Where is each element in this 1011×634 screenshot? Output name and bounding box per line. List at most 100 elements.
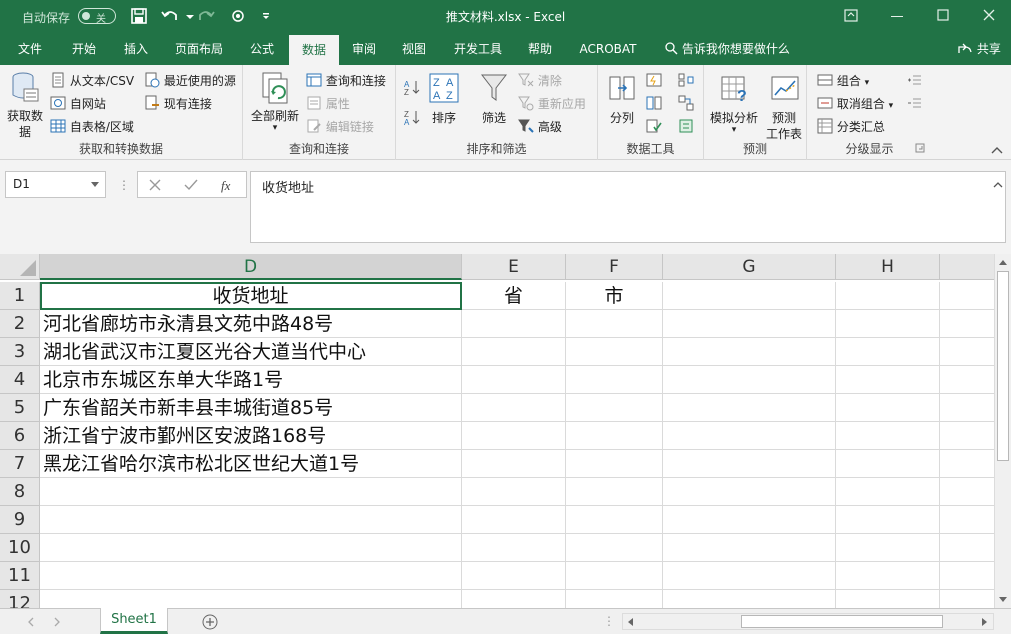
cell-i11[interactable] xyxy=(940,562,994,590)
cell-f12[interactable] xyxy=(566,590,663,608)
cell-f5[interactable] xyxy=(566,394,663,422)
cell-i5[interactable] xyxy=(940,394,994,422)
cell-i8[interactable] xyxy=(940,478,994,506)
cell-e3[interactable] xyxy=(462,338,566,366)
cell-g2[interactable] xyxy=(663,310,836,338)
filter-button[interactable]: 筛选 xyxy=(476,71,512,143)
cell-i3[interactable] xyxy=(940,338,994,366)
row-header-5[interactable]: 5 xyxy=(0,394,40,422)
cell-e11[interactable] xyxy=(462,562,566,590)
cell-e2[interactable] xyxy=(462,310,566,338)
properties-button[interactable]: 属性 xyxy=(306,95,350,112)
name-box-dropdown-icon[interactable] xyxy=(91,182,99,187)
cell-e12[interactable] xyxy=(462,590,566,608)
tab-home[interactable]: 开始 xyxy=(62,33,106,65)
row-header-10[interactable]: 10 xyxy=(0,534,40,562)
refresh-all-button[interactable]: 全部刷新 ▾ xyxy=(249,71,301,143)
tab-page-layout[interactable]: 页面布局 xyxy=(168,33,230,65)
ribbon-display-icon[interactable] xyxy=(836,4,866,28)
cell-e9[interactable] xyxy=(462,506,566,534)
cell-f4[interactable] xyxy=(566,366,663,394)
cell-e1[interactable]: 省 xyxy=(462,282,566,310)
tab-data[interactable]: 数据 xyxy=(289,35,339,65)
subtotal-button[interactable]: 分类汇总 xyxy=(817,118,885,135)
cell-f2[interactable] xyxy=(566,310,663,338)
edit-links-button[interactable]: 编辑链接 xyxy=(306,118,374,135)
cell-h10[interactable] xyxy=(836,534,940,562)
cell-f7[interactable] xyxy=(566,450,663,478)
cell-f8[interactable] xyxy=(566,478,663,506)
select-all-corner[interactable] xyxy=(0,254,40,280)
hide-detail-icon[interactable] xyxy=(907,95,923,111)
sort-z-a-icon[interactable]: ZA xyxy=(404,109,420,125)
row-header-9[interactable]: 9 xyxy=(0,506,40,534)
queries-connections-button[interactable]: 查询和连接 xyxy=(306,72,386,89)
recent-sources-button[interactable]: 最近使用的源 xyxy=(144,72,236,89)
row-header-1[interactable]: 1 xyxy=(0,282,40,310)
cell-h6[interactable] xyxy=(836,422,940,450)
cell-i9[interactable] xyxy=(940,506,994,534)
get-data-button[interactable]: 获取数 据 xyxy=(4,71,46,143)
ungroup-button[interactable]: 取消组合 ▾ xyxy=(817,95,893,112)
cell-g10[interactable] xyxy=(663,534,836,562)
cell-h4[interactable] xyxy=(836,366,940,394)
cell-f3[interactable] xyxy=(566,338,663,366)
cell-e10[interactable] xyxy=(462,534,566,562)
row-header-12[interactable]: 12 xyxy=(0,590,40,608)
cell-h2[interactable] xyxy=(836,310,940,338)
cell-d6[interactable]: 浙江省宁波市鄞州区安波路168号 xyxy=(40,422,462,450)
cell-i6[interactable] xyxy=(940,422,994,450)
text-to-columns-button[interactable]: 分列 xyxy=(604,71,640,143)
cell-g3[interactable] xyxy=(663,338,836,366)
reapply-button[interactable]: 重新应用 xyxy=(518,95,586,112)
enter-icon[interactable] xyxy=(184,178,198,192)
next-sheet-icon[interactable] xyxy=(52,617,62,627)
cell-e8[interactable] xyxy=(462,478,566,506)
cell-d5[interactable]: 广东省韶关市新丰县丰城街道85号 xyxy=(40,394,462,422)
tab-developer[interactable]: 开发工具 xyxy=(446,33,510,65)
cell-d11[interactable] xyxy=(40,562,462,590)
tab-acrobat[interactable]: ACROBAT xyxy=(572,33,644,65)
cell-g6[interactable] xyxy=(663,422,836,450)
cell-d4[interactable]: 北京市东城区东单大华路1号 xyxy=(40,366,462,394)
show-detail-icon[interactable] xyxy=(907,72,923,88)
advanced-filter-button[interactable]: 高级 xyxy=(518,118,562,135)
cell-i7[interactable] xyxy=(940,450,994,478)
collapse-formula-bar-icon[interactable] xyxy=(993,180,1003,188)
cell-h11[interactable] xyxy=(836,562,940,590)
from-web-button[interactable]: 自网站 xyxy=(50,95,106,112)
cell-h5[interactable] xyxy=(836,394,940,422)
data-validation-icon[interactable] xyxy=(646,118,662,134)
scroll-right-icon[interactable] xyxy=(981,617,989,627)
cell-g1[interactable] xyxy=(663,282,836,310)
cell-d7[interactable]: 黑龙江省哈尔滨市松北区世纪大道1号 xyxy=(40,450,462,478)
cell-g7[interactable] xyxy=(663,450,836,478)
tell-me-search[interactable]: 告诉我你想要做什么 xyxy=(664,33,790,65)
cell-i12[interactable] xyxy=(940,590,994,608)
tab-review[interactable]: 审阅 xyxy=(342,33,386,65)
flash-fill-icon[interactable] xyxy=(646,72,662,88)
group-button[interactable]: 组合 ▾ xyxy=(817,72,869,89)
tab-file[interactable]: 文件 xyxy=(8,33,52,65)
scroll-down-icon[interactable] xyxy=(998,596,1008,604)
cell-g9[interactable] xyxy=(663,506,836,534)
tab-split-grip-icon[interactable]: ⋮ xyxy=(603,613,615,630)
tab-help[interactable]: 帮助 xyxy=(518,33,562,65)
maximize-icon[interactable] xyxy=(928,4,958,28)
tab-formulas[interactable]: 公式 xyxy=(240,33,284,65)
cell-e6[interactable] xyxy=(462,422,566,450)
cell-e4[interactable] xyxy=(462,366,566,394)
row-header-3[interactable]: 3 xyxy=(0,338,40,366)
cell-d8[interactable] xyxy=(40,478,462,506)
cell-g4[interactable] xyxy=(663,366,836,394)
cell-i2[interactable] xyxy=(940,310,994,338)
tab-insert[interactable]: 插入 xyxy=(114,33,158,65)
clear-filter-button[interactable]: 清除 xyxy=(518,72,562,89)
existing-connections-button[interactable]: 现有连接 xyxy=(144,95,212,112)
vertical-scroll-thumb[interactable] xyxy=(997,271,1009,461)
minimize-icon[interactable] xyxy=(882,4,912,28)
cell-d12[interactable] xyxy=(40,590,462,608)
cell-e7[interactable] xyxy=(462,450,566,478)
sort-button[interactable]: Z A A Z 排序 xyxy=(426,71,462,143)
collapse-ribbon-icon[interactable] xyxy=(990,145,1004,155)
